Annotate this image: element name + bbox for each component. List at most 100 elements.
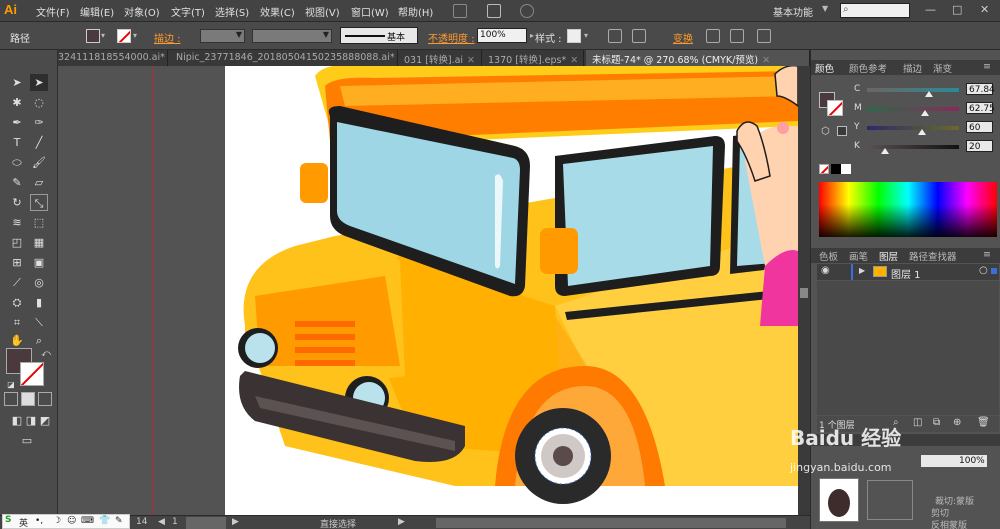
maximize-button[interactable]: □ <box>952 3 962 16</box>
panel-menu-icon[interactable]: ≡ <box>983 61 991 72</box>
eraser-icon[interactable]: ▱ <box>30 174 48 191</box>
type-tool-icon[interactable]: T <box>8 134 26 151</box>
white-swatch[interactable] <box>841 164 851 174</box>
punctuation-icon[interactable]: •, <box>35 516 43 526</box>
slider-value[interactable]: 62.75 <box>966 102 995 114</box>
keyboard-icon[interactable]: ⌨ <box>81 516 94 526</box>
align-icon[interactable] <box>632 29 646 43</box>
fill-color-swatch[interactable] <box>86 29 100 43</box>
eye-icon[interactable]: ◉ <box>821 265 830 276</box>
close-icon[interactable]: ✕ <box>570 55 578 66</box>
close-icon[interactable]: ✕ <box>467 55 475 66</box>
minimize-button[interactable]: — <box>925 3 936 16</box>
layer-name[interactable]: 图层 1 <box>891 266 921 281</box>
brush-definition-dropdown[interactable]: 基本 <box>340 27 418 44</box>
chevron-down-icon[interactable]: ▾ <box>584 31 588 40</box>
tab-document-4[interactable]: 1370 [转换].eps* ✕ <box>484 50 584 66</box>
artboard[interactable] <box>225 66 798 515</box>
black-swatch[interactable] <box>831 164 841 174</box>
shape-builder-icon[interactable] <box>730 29 744 43</box>
tab-document-active[interactable]: 未标题-74* @ 270.68% (CMYK/预览) ✕ <box>586 50 810 66</box>
gradient-mode-icon[interactable] <box>21 392 35 406</box>
menu-view[interactable]: 视图(V) <box>305 4 340 19</box>
gpu-performance-icon[interactable] <box>520 4 534 18</box>
curvature-tool-icon[interactable]: ✑ <box>30 114 48 131</box>
slider-yellow[interactable]: Y 60 <box>851 121 999 135</box>
arrange-documents-icon[interactable] <box>487 4 501 18</box>
emoji-icon[interactable]: ☺ <box>67 516 76 526</box>
pencil-icon[interactable]: ✎ <box>8 174 26 191</box>
tab-pathfinder[interactable]: 路径查找器 <box>909 249 957 263</box>
chevron-down-icon[interactable]: ▾ <box>133 31 137 40</box>
trash-icon[interactable]: 🗑 <box>977 417 990 428</box>
nav-option-2[interactable]: 反相蒙版 <box>931 518 967 529</box>
settings-icon[interactable]: ✎ <box>115 516 123 526</box>
chevron-down-icon[interactable]: ▼ <box>822 4 828 13</box>
skin-icon[interactable]: 👕 <box>99 516 110 526</box>
ime-language[interactable]: 英 <box>19 516 28 529</box>
chevron-down-icon[interactable]: ▾ <box>101 31 105 40</box>
column-graph-icon[interactable]: ▮ <box>30 294 48 311</box>
menu-select[interactable]: 选择(S) <box>215 4 249 19</box>
slider-track[interactable] <box>867 126 959 130</box>
tab-color-guide[interactable]: 颜色参考 <box>849 61 887 75</box>
panel-menu-icon[interactable] <box>757 29 771 43</box>
slider-track[interactable] <box>867 107 959 111</box>
draw-inside-icon[interactable]: ◩ <box>36 412 54 429</box>
slider-value[interactable]: 20 <box>966 140 993 152</box>
tab-brushes[interactable]: 画笔 <box>849 249 868 263</box>
slider-value[interactable]: 60 <box>966 121 993 133</box>
recolor-artwork-icon[interactable] <box>608 29 622 43</box>
ellipse-tool-icon[interactable]: ⬭ <box>8 154 26 171</box>
horizontal-scrollbar[interactable] <box>436 518 786 528</box>
selection-tool-icon[interactable]: ➤ <box>8 74 26 91</box>
isolate-icon[interactable] <box>706 29 720 43</box>
opacity-label[interactable]: 不透明度 : <box>428 30 475 45</box>
navigator-thumbnail[interactable] <box>819 478 859 522</box>
nav-option-3[interactable]: 裁切:蒙版 <box>935 494 974 507</box>
slider-knob[interactable] <box>925 91 934 97</box>
scale-tool-icon[interactable]: ⤡ <box>30 194 48 211</box>
tab-color[interactable]: 颜色 <box>815 61 834 75</box>
search-input[interactable]: ⌕ <box>840 3 910 18</box>
slider-knob[interactable] <box>920 110 929 116</box>
menu-help[interactable]: 帮助(H) <box>398 4 433 19</box>
stroke-color-swatch[interactable] <box>117 29 131 43</box>
next-page-icon[interactable]: ▶ <box>232 517 239 527</box>
menu-window[interactable]: 窗口(W) <box>351 4 389 19</box>
workspace-switcher[interactable]: 基本功能 <box>773 4 813 19</box>
tab-stroke[interactable]: 描边 <box>903 61 922 75</box>
opacity-field[interactable]: 100% <box>477 28 527 43</box>
panel-menu-icon[interactable]: ≡ <box>983 249 991 260</box>
transform-label[interactable]: 变换 <box>673 30 693 45</box>
free-transform-icon[interactable]: ⬚ <box>30 214 48 231</box>
slider-knob[interactable] <box>881 148 890 154</box>
perspective-grid-icon[interactable]: ▦ <box>30 234 48 251</box>
magic-wand-icon[interactable]: ✱ <box>8 94 26 111</box>
graphic-style-swatch[interactable] <box>567 29 581 43</box>
hand-tool-icon[interactable]: ✋ <box>8 332 26 349</box>
none-mode-icon[interactable] <box>38 392 52 406</box>
stroke-swatch[interactable] <box>20 362 44 386</box>
out-of-gamut-icon[interactable]: ⬡ <box>821 126 830 137</box>
artboard-field[interactable] <box>186 517 226 529</box>
menu-file[interactable]: 文件(F) <box>36 4 70 19</box>
slice-tool-icon[interactable]: ⟍ <box>30 314 48 331</box>
menu-object[interactable]: 对象(O) <box>124 4 160 19</box>
tab-document-1[interactable]: 324111818554000.ai*✕ <box>58 50 168 66</box>
chevron-right-icon[interactable]: ▸ <box>530 31 534 40</box>
ime-toolbar[interactable]: S 英 •, ☽ ☺ ⌨ 👕 ✎ <box>2 514 130 529</box>
selection-indicator[interactable] <box>991 268 997 274</box>
moon-icon[interactable]: ☽ <box>53 516 61 526</box>
navigator-preview[interactable] <box>867 480 913 520</box>
slider-value[interactable]: 67.84 <box>966 83 995 95</box>
paintbrush-icon[interactable]: 🖌 <box>30 154 48 171</box>
color-spectrum[interactable] <box>819 182 997 237</box>
tab-layers[interactable]: 图层 <box>879 249 898 263</box>
eyedropper-icon[interactable]: ⟋ <box>8 274 26 291</box>
target-icon[interactable]: ○ <box>979 265 988 276</box>
screen-mode-icon[interactable]: ▭ <box>18 432 36 449</box>
slider-track[interactable] <box>867 88 959 92</box>
gradient-tool-icon[interactable]: ▣ <box>30 254 48 271</box>
color-mode-icon[interactable] <box>4 392 18 406</box>
